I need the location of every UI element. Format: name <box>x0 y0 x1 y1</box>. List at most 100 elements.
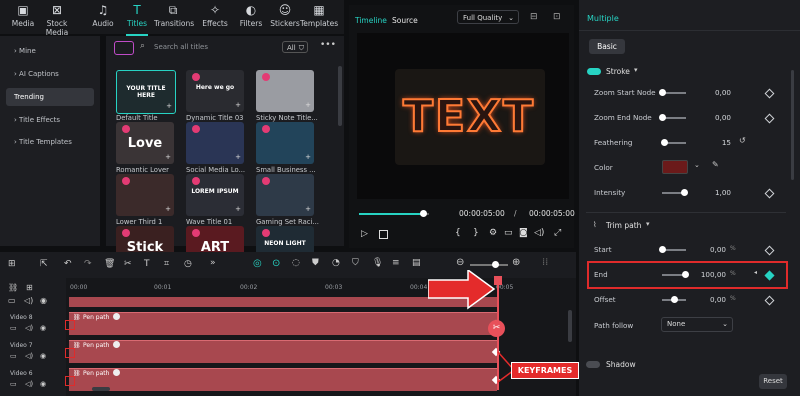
path-follow-select[interactable]: None ⌄ <box>661 317 733 332</box>
tab-titles[interactable]: T Titles <box>118 3 156 36</box>
volume-icon[interactable]: ◁) <box>534 228 544 238</box>
snapshot-icon[interactable]: ⊡ <box>553 12 561 22</box>
eye-icon[interactable]: ◉ <box>40 296 47 305</box>
marker-icon[interactable]: ⛊ <box>312 258 319 268</box>
mark-out-icon[interactable]: } <box>473 228 479 238</box>
title-clip[interactable]: ⛓ Pen path <box>69 340 497 363</box>
add-icon[interactable]: + <box>235 101 241 109</box>
keyframe-diamond-icon[interactable] <box>764 188 775 199</box>
split-icon[interactable]: ✂ <box>124 259 132 269</box>
playback-progress[interactable] <box>359 210 429 217</box>
sidebar-item-mine[interactable]: › Mine <box>6 42 94 60</box>
zoom-out-icon[interactable]: ⊖ <box>456 257 464 268</box>
more-tools-icon[interactable]: » <box>210 258 216 268</box>
chevron-down-icon[interactable]: ▾ <box>646 220 650 228</box>
sidebar-item-title-effects[interactable]: › Title Effects <box>6 111 94 129</box>
keyframe-diamond-icon[interactable] <box>764 113 775 124</box>
tab-basic[interactable]: Basic <box>589 39 625 54</box>
eye-icon[interactable]: ◉ <box>40 380 46 388</box>
fullscreen-icon[interactable]: ⤢ <box>554 228 561 238</box>
eyedropper-icon[interactable]: ✎ <box>712 160 719 169</box>
add-icon[interactable]: + <box>305 101 311 109</box>
folder-icon[interactable]: ▭ <box>10 352 17 360</box>
folder-icon[interactable]: ▭ <box>10 324 17 332</box>
audio-icon[interactable]: ◁) <box>25 324 33 332</box>
panel-grip-icon[interactable]: ⁞⁞ <box>542 257 548 268</box>
tab-source[interactable]: Source <box>392 16 418 25</box>
title-card[interactable]: + <box>256 174 314 216</box>
quality-dropdown[interactable]: Full Quality ⌄ <box>457 10 519 24</box>
slider-knob[interactable] <box>659 89 667 96</box>
stroke-toggle[interactable] <box>587 68 601 75</box>
zoom-in-icon[interactable]: ⊕ <box>512 257 520 268</box>
property-value[interactable]: 15 <box>722 138 731 147</box>
add-icon[interactable]: + <box>305 153 311 161</box>
tab-transitions[interactable]: ⧉ Transitions <box>154 3 194 28</box>
add-icon[interactable]: + <box>305 205 311 213</box>
add-icon[interactable]: + <box>165 205 171 213</box>
title-card[interactable]: + <box>256 122 314 164</box>
more-options-icon[interactable]: ••• <box>320 40 336 50</box>
grid-view-icon[interactable]: ⊟ <box>530 12 538 22</box>
mark-in-icon[interactable]: { <box>455 228 461 238</box>
render-icon[interactable]: ◔ <box>332 258 340 268</box>
split-at-playhead-icon[interactable]: ✂ <box>488 320 505 337</box>
title-card[interactable]: + <box>116 174 174 216</box>
timeline-vscrollbar[interactable] <box>568 310 572 342</box>
tab-timeline[interactable]: Timeline <box>355 16 387 25</box>
link-icon[interactable]: ⊙ <box>272 258 280 269</box>
folder-icon[interactable]: ▭ <box>8 296 16 305</box>
search-box[interactable]: ⌕ Search all titles <box>140 41 270 54</box>
slider-knob[interactable] <box>680 189 688 196</box>
title-card[interactable]: Here we go + <box>186 70 244 112</box>
shadow-toggle[interactable] <box>586 361 600 368</box>
audio-icon[interactable]: ◁) <box>25 352 33 360</box>
keyframe-start-marker[interactable] <box>65 376 75 386</box>
link-tracks-icon[interactable]: ⛓ <box>8 283 18 292</box>
property-value[interactable]: 0,00 <box>710 295 726 304</box>
sidebar-item-ai-captions[interactable]: › AI Captions <box>6 65 94 83</box>
select-tool-icon[interactable]: ⇱ <box>40 259 48 269</box>
add-icon[interactable]: + <box>165 153 171 161</box>
delete-icon[interactable]: 🗑 <box>104 259 115 269</box>
camera-icon[interactable]: ◙ <box>519 228 528 238</box>
add-icon[interactable]: + <box>235 205 241 213</box>
add-icon[interactable]: + <box>235 153 241 161</box>
property-value[interactable]: 1,00 <box>715 188 731 197</box>
slider-knob[interactable] <box>659 246 667 253</box>
chevron-down-icon[interactable]: ▾ <box>634 66 638 74</box>
play-icon[interactable]: ▷ <box>361 229 368 239</box>
title-clip[interactable]: ⛓ Pen path <box>69 312 497 335</box>
keyframe-diamond-icon[interactable] <box>764 245 775 256</box>
add-track-icon[interactable]: ⊞ <box>26 283 33 292</box>
audio-icon[interactable]: ◁) <box>24 296 33 305</box>
tab-templates[interactable]: ▦ Templates <box>300 3 338 28</box>
eye-icon[interactable]: ◉ <box>40 352 46 360</box>
zoom-knob[interactable] <box>492 261 499 268</box>
undo-icon[interactable]: ↶ <box>64 259 72 269</box>
mic-icon[interactable]: 🎙 <box>372 258 383 268</box>
keyframe-diamond-icon[interactable] <box>764 88 775 99</box>
keyframe-start-marker[interactable] <box>65 348 75 358</box>
timeline-hscrollbar[interactable] <box>92 387 110 391</box>
tab-effects[interactable]: ✧ Effects <box>196 3 234 28</box>
settings-icon[interactable]: ⚙ <box>489 228 497 238</box>
filter-dropdown[interactable]: All ⛉ <box>282 41 308 53</box>
title-card[interactable]: + <box>186 122 244 164</box>
title-card[interactable]: YOUR TITLE HERE + <box>116 70 176 114</box>
speed-icon[interactable]: ◷ <box>184 259 192 269</box>
keyframe-start-marker[interactable] <box>65 320 75 330</box>
crop-icon[interactable]: ⌗ <box>164 259 169 269</box>
tab-stickers[interactable]: ☺ Stickers <box>266 3 304 28</box>
sidebar-item-trending[interactable]: Trending <box>6 88 94 106</box>
tab-stock-media[interactable]: ⊠ Stock Media <box>38 3 76 37</box>
eye-icon[interactable]: ◉ <box>40 324 46 332</box>
folder-icon[interactable]: ▭ <box>10 380 17 388</box>
sidebar-item-title-templates[interactable]: › Title Templates <box>6 133 94 151</box>
text-icon[interactable]: T <box>144 259 150 269</box>
title-clip[interactable]: ⛓ Pen path <box>69 368 497 391</box>
tab-media[interactable]: ▣ Media <box>4 3 42 28</box>
add-icon[interactable]: + <box>166 102 172 110</box>
snap-icon[interactable]: ◌ <box>292 258 300 268</box>
zoom-slider[interactable] <box>470 261 508 268</box>
